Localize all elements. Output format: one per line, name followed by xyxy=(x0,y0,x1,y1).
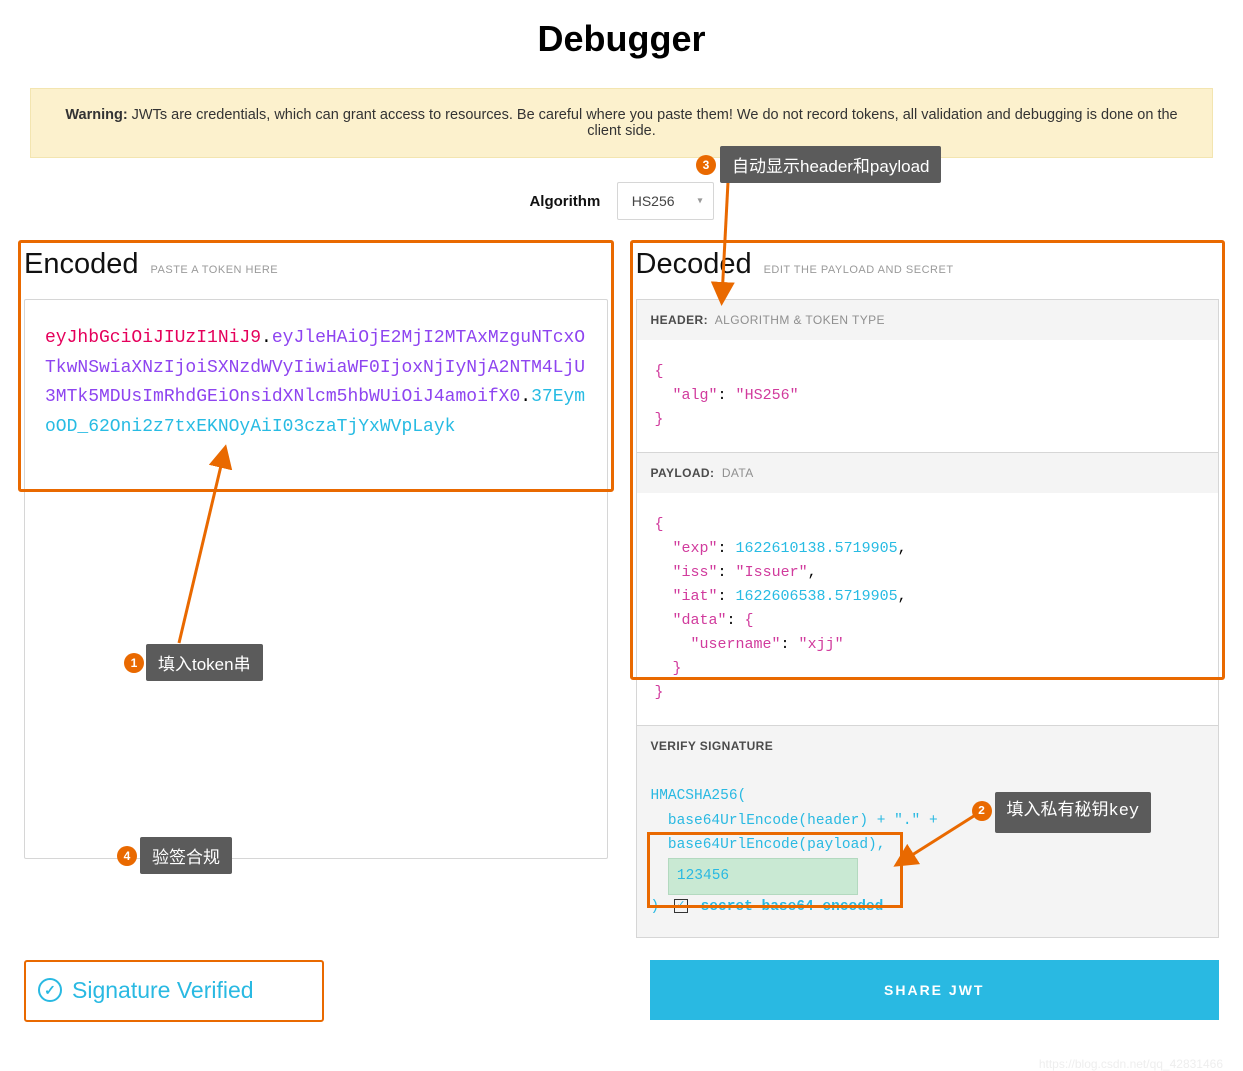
annotation-badge-4: 4 xyxy=(117,846,137,866)
watermark-text: https://blog.csdn.net/qq_42831466 xyxy=(1039,1057,1223,1071)
algorithm-label: Algorithm xyxy=(529,193,600,210)
chevron-down-icon: ▾ xyxy=(698,196,703,207)
verify-signature-section: VERIFY SIGNATURE HMACSHA256( base64UrlEn… xyxy=(636,726,1220,938)
algorithm-selected-value: HS256 xyxy=(632,193,675,209)
warning-label: Warning: xyxy=(65,107,127,123)
encoded-highlight-frame xyxy=(18,240,614,492)
annotation-badge-2: 2 xyxy=(972,801,992,821)
warning-text: JWTs are credentials, which can grant ac… xyxy=(128,107,1178,139)
annotation-badge-1: 1 xyxy=(124,653,144,673)
encoded-column: Encoded PASTE A TOKEN HERE eyJhbGciOiJIU… xyxy=(24,248,608,938)
algorithm-select[interactable]: HS256 ▾ xyxy=(617,182,714,220)
annotation-1: 填入token串 xyxy=(146,644,263,681)
warning-bar: Warning: JWTs are credentials, which can… xyxy=(30,88,1213,158)
page-title: Debugger xyxy=(0,18,1243,60)
verify-signature-body: HMACSHA256( base64UrlEncode(header) + ".… xyxy=(637,766,1219,937)
annotation-badge-3: 3 xyxy=(696,155,716,175)
signature-verified-status: ✓ Signature Verified xyxy=(24,960,622,1020)
annotation-3: 自动显示header和payload xyxy=(720,146,941,183)
share-jwt-button[interactable]: SHARE JWT xyxy=(650,960,1220,1020)
decoded-highlight-frame xyxy=(630,240,1226,680)
annotation-4: 验签合规 xyxy=(140,837,232,874)
verify-section-label: VERIFY SIGNATURE xyxy=(651,739,774,753)
signature-highlight-frame xyxy=(24,960,324,1022)
annotation-2: 填入私有秘钥key xyxy=(995,792,1152,833)
secret-highlight-frame xyxy=(647,832,903,908)
decoded-column: Decoded EDIT THE PAYLOAD AND SECRET HEAD… xyxy=(636,248,1220,938)
